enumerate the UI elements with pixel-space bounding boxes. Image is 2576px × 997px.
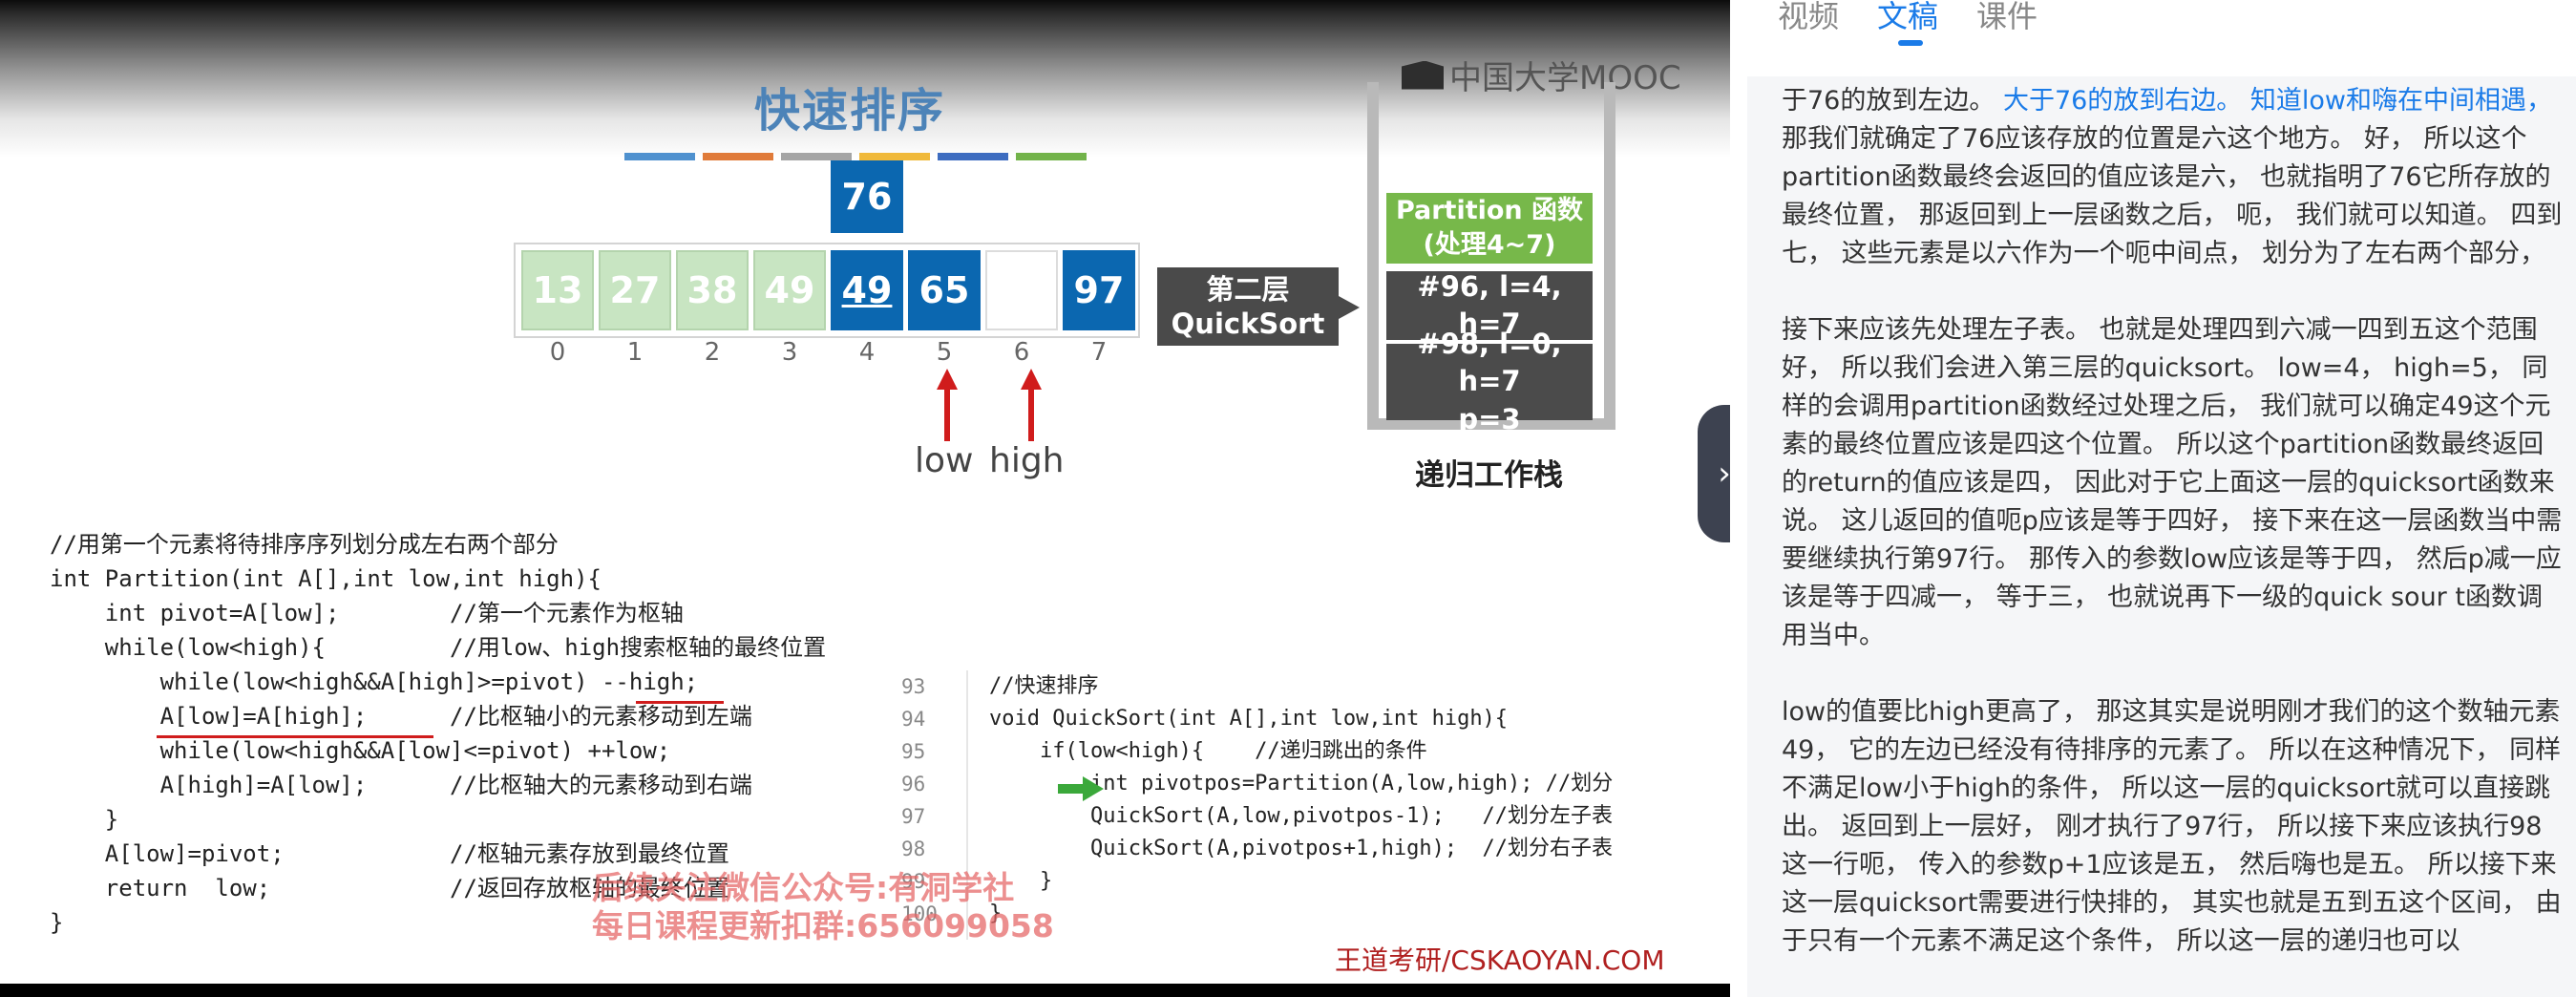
array-cell: 49 xyxy=(831,250,903,330)
tab-courseware[interactable]: 课件 xyxy=(1976,0,2038,67)
array-cell: 27 xyxy=(599,250,671,330)
array-cell: 97 xyxy=(1063,250,1135,330)
array-index: 0 xyxy=(549,338,566,367)
array-index: 4 xyxy=(858,338,876,367)
footer-brand: 王道考研/CSKAOYAN.COM xyxy=(1335,944,1665,976)
array-cell-value: 49 xyxy=(764,269,815,311)
transcript-text: 于76的放到左边。 xyxy=(1782,86,2003,116)
stack-frame-line1: #98, l=0, h=7 xyxy=(1417,328,1562,398)
transcript-area[interactable]: 于76的放到左边。 大于76的放到右边。 知道low和嗨在中间相遇， 那我们就确… xyxy=(1747,76,2576,997)
stack-frame-98: #98, l=0, h=7 p=3 xyxy=(1386,328,1593,435)
code-line: QuickSort(A,low,pivotpos-1); //划分左子表 xyxy=(989,804,1614,828)
video-player[interactable]: 快速排序 中国大学MOOC 76 13 27 38 49 49 65 97 01234567… xyxy=(0,0,1730,997)
color-strip-segment xyxy=(938,153,1008,160)
array-index: 1 xyxy=(626,338,644,367)
color-strip-segment xyxy=(859,153,930,160)
code-line: } xyxy=(989,902,1003,925)
code-line: } xyxy=(50,806,119,833)
transcript-text: 那我们就确定了76应该存放的位置是六这个地方。 好， 所以这个partition… xyxy=(1782,124,2563,268)
line-number: 95 xyxy=(901,740,926,763)
watermark-line1: 后续关注微信公众号:有洞学社 xyxy=(592,869,1015,906)
code-line: void QuickSort(int A[],int low,int high)… xyxy=(989,707,1509,731)
code-line: A[low]=pivot; //枢轴元素存放到最终位置 xyxy=(50,840,729,867)
underline-mark xyxy=(157,735,433,738)
array-cell: 49 xyxy=(753,250,826,330)
array-cell: 38 xyxy=(676,250,749,330)
array-cell: 13 xyxy=(521,250,594,330)
slide-title: 快速排序 xyxy=(754,84,946,138)
array-cell-value: 97 xyxy=(1073,269,1125,311)
line-number: 98 xyxy=(901,838,926,860)
pivot-box: 76 xyxy=(831,160,903,233)
code-line: A[low]=A[high]; //比枢轴小的元素移动到左端 xyxy=(50,703,752,730)
line-number: 97 xyxy=(901,805,926,828)
layer-tag: 第二层 QuickSort xyxy=(1157,267,1360,346)
layer-tag-line2: QuickSort xyxy=(1171,308,1325,340)
tab-transcript[interactable]: 文稿 xyxy=(1877,0,1938,67)
recursion-stack-label: 递归工作栈 xyxy=(1415,458,1563,493)
transcript-text: low的值要比high更高了， 那这其实是说明刚才我们的这个数轴元素49， 它的… xyxy=(1782,697,2562,956)
array-cell-value: 49 xyxy=(841,269,893,311)
code-line: } xyxy=(989,869,1053,893)
watermark: 后续关注微信公众号:有洞学社 每日课程更新扣群:656099058 xyxy=(592,869,1054,945)
watermark-line2: 每日课程更新扣群:656099058 xyxy=(592,907,1054,944)
low-pointer-label: low xyxy=(915,441,974,480)
code-line: A[high]=A[low]; //比枢轴大的元素移动到右端 xyxy=(50,772,752,798)
array-cell-value: 13 xyxy=(532,269,583,311)
transcript-paragraph: low的值要比high更高了， 那这其实是说明刚才我们的这个数轴元素49， 它的… xyxy=(1782,693,2563,961)
array-index: 6 xyxy=(1013,338,1030,367)
transcript-paragraph: 接下来应该先处理左子表。 也就是处理四到六减一四到五这个范围好， 所以我们会进入… xyxy=(1782,311,2563,655)
color-strip-segment xyxy=(624,153,695,160)
stack-frame-line2: (处理4~7) xyxy=(1423,230,1556,260)
array-cell-value: 65 xyxy=(918,269,970,311)
transcript-highlight: 大于76的放到右边。 知道low和嗨在中间相遇， xyxy=(2002,86,2552,116)
array-cell: 65 xyxy=(908,250,981,330)
side-panel: 视频 文稿 课件 于76的放到左边。 大于76的放到右边。 知道low和嗨在中间… xyxy=(1747,0,2576,997)
array-index: 3 xyxy=(781,338,798,367)
underline-mark xyxy=(636,701,724,704)
color-strip-segment xyxy=(1016,153,1087,160)
array-index: 5 xyxy=(936,338,953,367)
transcript-text: 接下来应该先处理左子表。 也就是处理四到六减一四到五这个范围好， 所以我们会进入… xyxy=(1782,315,2563,650)
color-strip-segment xyxy=(703,153,773,160)
current-line-arrow-icon xyxy=(1058,776,1104,801)
chevron-right-icon[interactable]: › xyxy=(1698,405,1730,542)
array-cell-value: 27 xyxy=(609,269,661,311)
line-number: 96 xyxy=(901,773,926,795)
tab-video[interactable]: 视频 xyxy=(1778,0,1839,67)
array-index: 7 xyxy=(1090,338,1108,367)
transcript-paragraph: 于76的放到左边。 大于76的放到右边。 知道low和嗨在中间相遇， 那我们就确… xyxy=(1782,82,2563,273)
stack-frame-line1: Partition 函数 xyxy=(1395,195,1584,225)
low-pointer-arrow-icon xyxy=(928,369,966,445)
code-line: QuickSort(A,pivotpos+1,high); //划分右子表 xyxy=(989,837,1614,860)
array-cell-value: 38 xyxy=(686,269,738,311)
code-line: //快速排序 xyxy=(989,674,1099,698)
code-line: int Partition(int A[],int low,int high){ xyxy=(50,565,602,592)
high-pointer-label: high xyxy=(989,441,1065,480)
array-index: 2 xyxy=(704,338,721,367)
code-line: while(low<high&&A[high]>=pivot) --high; xyxy=(50,668,699,695)
line-number: 93 xyxy=(901,675,926,698)
line-number: 94 xyxy=(901,708,926,731)
code-line: if(low<high){ //递归跳出的条件 xyxy=(989,739,1427,763)
array-cell xyxy=(985,250,1058,330)
code-line: while(low<high&&A[low]<=pivot) ++low; xyxy=(50,737,671,764)
stack-frame-line2: p=3 xyxy=(1458,402,1521,435)
layer-tag-line1: 第二层 xyxy=(1206,272,1290,306)
code-line: while(low<high){ //用low、high搜索枢轴的最终位置 xyxy=(50,634,827,661)
color-strip-segment xyxy=(781,153,852,160)
panel-tabs: 视频 文稿 课件 xyxy=(1778,0,2038,67)
high-pointer-arrow-icon xyxy=(1012,369,1050,445)
stack-frame-partition: Partition 函数 (处理4~7) xyxy=(1386,193,1593,264)
code-line: //用第一个元素将待排序序列划分成左右两个部分 xyxy=(50,531,559,558)
code-line: int pivot=A[low]; //第一个元素作为枢轴 xyxy=(50,600,684,626)
